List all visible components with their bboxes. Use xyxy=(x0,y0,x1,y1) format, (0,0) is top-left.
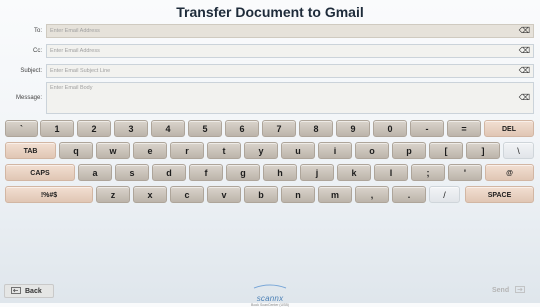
key-4[interactable]: 4 xyxy=(151,120,185,137)
cc-label: Cc: xyxy=(33,48,42,54)
key-z[interactable]: z xyxy=(96,186,130,203)
cc-clear-icon[interactable]: ⌫ xyxy=(519,46,530,55)
logo-subtitle: Book ScanCenter (USB) xyxy=(251,303,289,307)
subject-clear-icon[interactable]: ⌫ xyxy=(519,66,530,75)
key-x[interactable]: x xyxy=(133,186,167,203)
to-field[interactable]: Enter Email Address ⌫ xyxy=(46,24,534,38)
key-7[interactable]: 7 xyxy=(262,120,296,137)
key-tab[interactable]: TAB xyxy=(5,142,56,159)
subject-label: Subject: xyxy=(20,68,42,74)
key-s[interactable]: s xyxy=(115,164,149,181)
key-b[interactable]: b xyxy=(244,186,278,203)
key-comma[interactable]: , xyxy=(355,186,389,203)
key-r[interactable]: r xyxy=(170,142,204,159)
cc-field[interactable]: Enter Email Address ⌫ xyxy=(46,44,534,58)
key-0[interactable]: 0 xyxy=(373,120,407,137)
scannx-logo: scannx Book ScanCenter (USB) xyxy=(245,276,295,307)
key-e[interactable]: e xyxy=(133,142,167,159)
send-label: Send xyxy=(492,287,510,294)
key-m[interactable]: m xyxy=(318,186,352,203)
send-button[interactable]: Send xyxy=(482,284,534,298)
send-arrow-icon xyxy=(515,284,525,297)
key-y[interactable]: y xyxy=(244,142,278,159)
key-period[interactable]: . xyxy=(392,186,426,203)
key-j[interactable]: j xyxy=(300,164,334,181)
key-3[interactable]: 3 xyxy=(114,120,148,137)
subject-placeholder: Enter Email Subject Line xyxy=(50,68,111,74)
key-1[interactable]: 1 xyxy=(40,120,74,137)
message-placeholder: Enter Email Body xyxy=(50,85,93,91)
key-apostrophe[interactable]: ' xyxy=(448,164,482,181)
key-at[interactable]: @ xyxy=(485,164,534,181)
message-clear-icon[interactable]: ⌫ xyxy=(519,93,530,102)
key-i[interactable]: i xyxy=(318,142,352,159)
key-6[interactable]: 6 xyxy=(225,120,259,137)
key-space[interactable]: SPACE xyxy=(465,186,534,203)
cc-placeholder: Enter Email Address xyxy=(50,48,100,54)
logo-swoosh-icon xyxy=(253,284,287,289)
key-2[interactable]: 2 xyxy=(77,120,111,137)
key-close-bracket[interactable]: ] xyxy=(466,142,500,159)
key-semicolon[interactable]: ; xyxy=(411,164,445,181)
key-symbols[interactable]: !%#$ xyxy=(5,186,93,203)
to-clear-icon[interactable]: ⌫ xyxy=(519,26,530,35)
message-field[interactable]: Enter Email Body ⌫ xyxy=(46,82,534,114)
message-label: Message: xyxy=(15,95,42,101)
key-o[interactable]: o xyxy=(355,142,389,159)
key-minus[interactable]: - xyxy=(410,120,444,137)
page-title: Transfer Document to Gmail xyxy=(176,4,364,20)
back-label: Back xyxy=(25,288,42,295)
to-placeholder: Enter Email Address xyxy=(50,28,100,34)
logo-name: scannx xyxy=(256,294,284,303)
key-w[interactable]: w xyxy=(96,142,130,159)
key-del[interactable]: DEL xyxy=(484,120,534,137)
key-8[interactable]: 8 xyxy=(299,120,333,137)
key-d[interactable]: d xyxy=(152,164,186,181)
key-slash[interactable]: / xyxy=(429,186,460,203)
back-button[interactable]: Back xyxy=(4,284,54,298)
key-backslash[interactable]: \ xyxy=(503,142,534,159)
key-open-bracket[interactable]: [ xyxy=(429,142,463,159)
key-9[interactable]: 9 xyxy=(336,120,370,137)
back-arrow-icon xyxy=(11,285,21,298)
key-5[interactable]: 5 xyxy=(188,120,222,137)
key-h[interactable]: h xyxy=(263,164,297,181)
key-n[interactable]: n xyxy=(281,186,315,203)
to-row: To: Enter Email Address ⌫ xyxy=(0,24,540,38)
key-q[interactable]: q xyxy=(59,142,93,159)
key-g[interactable]: g xyxy=(226,164,260,181)
key-t[interactable]: t xyxy=(207,142,241,159)
key-backtick[interactable]: ` xyxy=(5,120,38,137)
to-label: To: xyxy=(33,28,42,34)
key-u[interactable]: u xyxy=(281,142,315,159)
on-screen-keyboard: ` 1 2 3 4 5 6 7 8 9 0 - = DEL TAB q w e … xyxy=(0,118,540,208)
subject-field[interactable]: Enter Email Subject Line ⌫ xyxy=(46,64,534,78)
key-c[interactable]: c xyxy=(170,186,204,203)
key-v[interactable]: v xyxy=(207,186,241,203)
cc-row: Cc: Enter Email Address ⌫ xyxy=(0,44,540,58)
key-k[interactable]: k xyxy=(337,164,371,181)
subject-row: Subject: Enter Email Subject Line ⌫ xyxy=(0,64,540,78)
key-f[interactable]: f xyxy=(189,164,223,181)
key-equals[interactable]: = xyxy=(447,120,481,137)
message-row: Message: Enter Email Body ⌫ xyxy=(0,82,540,114)
key-p[interactable]: p xyxy=(392,142,426,159)
key-l[interactable]: l xyxy=(374,164,408,181)
key-caps[interactable]: CAPS xyxy=(5,164,75,181)
key-a[interactable]: a xyxy=(78,164,112,181)
